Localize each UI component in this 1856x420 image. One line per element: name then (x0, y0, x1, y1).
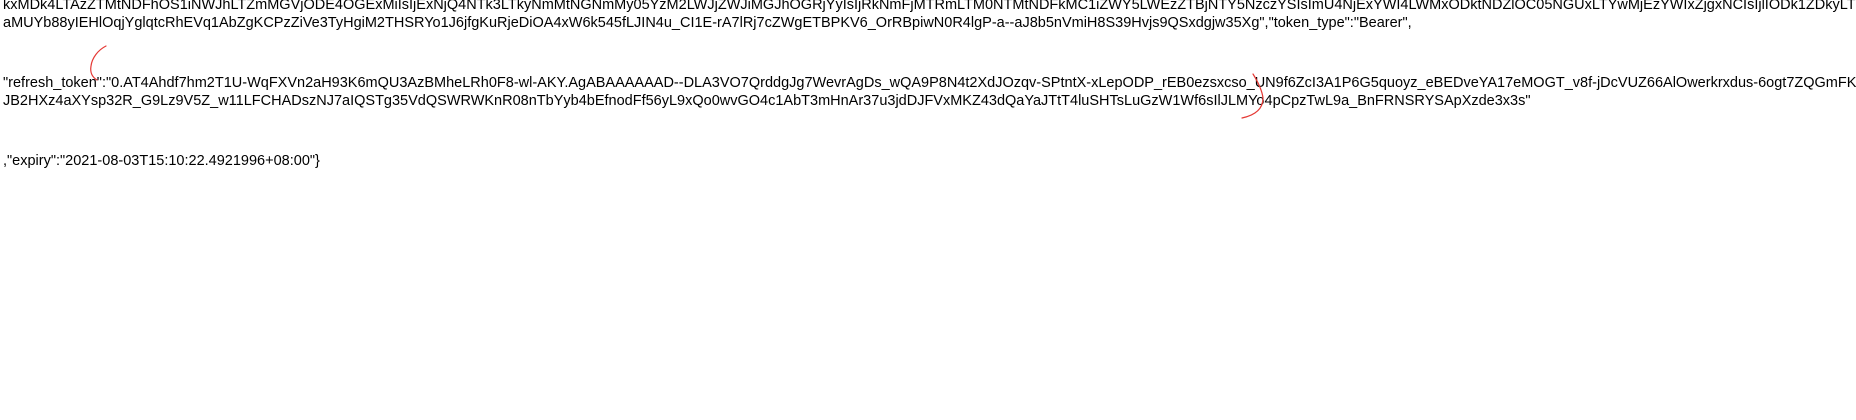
annotation-overlay (90, 45, 1264, 119)
text-line: aMUYb88yIEHlOqjYglqtcRhEVq1AbZgKCPzZiVe3… (3, 15, 1412, 31)
expiry-line: ,"expiry":"2021-08-03T15:10:22.4921996+0… (3, 153, 320, 169)
text-line: kxMDk4LTAzZTMtNDFhOS1iNWJhLTZmMGVjODE4OG… (3, 0, 1856, 13)
refresh-token-line-continued: JB2HXz4aXYsp32R_G9Lz9V5Z_w11LFCHADszNJ7a… (3, 93, 1531, 109)
refresh-token-line: "refresh_token":"0.AT4Ahdf7hm2T1U-WqFXVn… (3, 75, 1856, 91)
